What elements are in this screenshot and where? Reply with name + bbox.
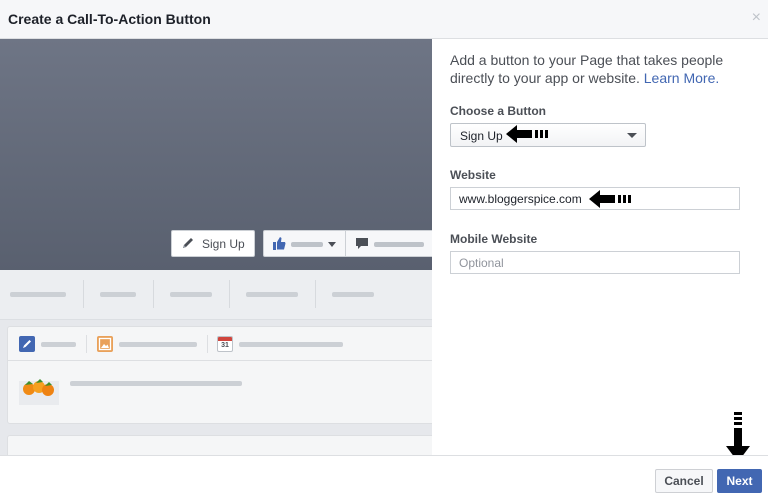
website-label: Website — [450, 168, 496, 182]
nav-placeholder — [246, 292, 298, 297]
nav-divider — [153, 280, 154, 308]
nav-placeholder — [170, 292, 212, 297]
arrow-pointer-icon — [506, 125, 548, 143]
calendar-icon: 31 — [217, 336, 233, 352]
feed-card — [7, 435, 432, 455]
nav-placeholder — [332, 292, 374, 297]
photo-icon — [97, 336, 113, 352]
arrow-pointer-icon — [589, 190, 631, 208]
pencil-icon — [183, 238, 193, 248]
page-nav-strip — [0, 270, 432, 320]
pencil-icon — [19, 336, 35, 352]
composer-tabs: 31 — [8, 327, 432, 361]
tab-placeholder-line — [41, 342, 76, 347]
panel-description: Add a button to your Page that takes peo… — [450, 51, 750, 87]
tab-divider — [207, 335, 208, 353]
nav-divider — [229, 280, 230, 308]
preview-cta-label: Sign Up — [202, 237, 245, 251]
nav-divider — [315, 280, 316, 308]
mobile-website-label: Mobile Website — [450, 232, 538, 246]
tab-divider — [86, 335, 87, 353]
cta-settings-panel: Add a button to your Page that takes peo… — [432, 39, 768, 462]
thumbs-up-icon — [273, 237, 286, 250]
message-icon — [356, 238, 368, 249]
tab-placeholder-line — [239, 342, 343, 347]
like-placeholder-line — [291, 242, 323, 247]
post-placeholder-line — [70, 381, 242, 386]
choose-button-label: Choose a Button — [450, 104, 546, 118]
composer-card: 31 — [7, 326, 432, 424]
chevron-down-icon — [328, 242, 336, 247]
tab-placeholder-line — [119, 342, 197, 347]
close-icon[interactable]: × — [752, 10, 761, 26]
cancel-button[interactable]: Cancel — [655, 469, 713, 493]
group-divider — [345, 231, 346, 256]
nav-placeholder — [10, 292, 66, 297]
dialog-header: Create a Call-To-Action Button × — [0, 0, 768, 39]
nav-divider — [83, 280, 84, 308]
calendar-day: 31 — [221, 342, 229, 349]
chevron-down-icon — [627, 133, 637, 138]
button-type-value: Sign Up — [460, 129, 503, 143]
next-button[interactable]: Next — [717, 469, 762, 493]
learn-more-link[interactable]: Learn More. — [644, 70, 719, 86]
message-placeholder-line — [374, 242, 424, 247]
oranges-thumbnail — [19, 379, 59, 405]
like-message-group — [263, 230, 432, 257]
dialog-title: Create a Call-To-Action Button — [8, 11, 211, 27]
mobile-website-input[interactable] — [450, 251, 740, 274]
dialog-footer: Cancel Next — [0, 455, 768, 500]
nav-placeholder — [100, 292, 136, 297]
page-preview: Sign Up 31 — [0, 39, 432, 455]
preview-cta-button: Sign Up — [171, 230, 255, 257]
